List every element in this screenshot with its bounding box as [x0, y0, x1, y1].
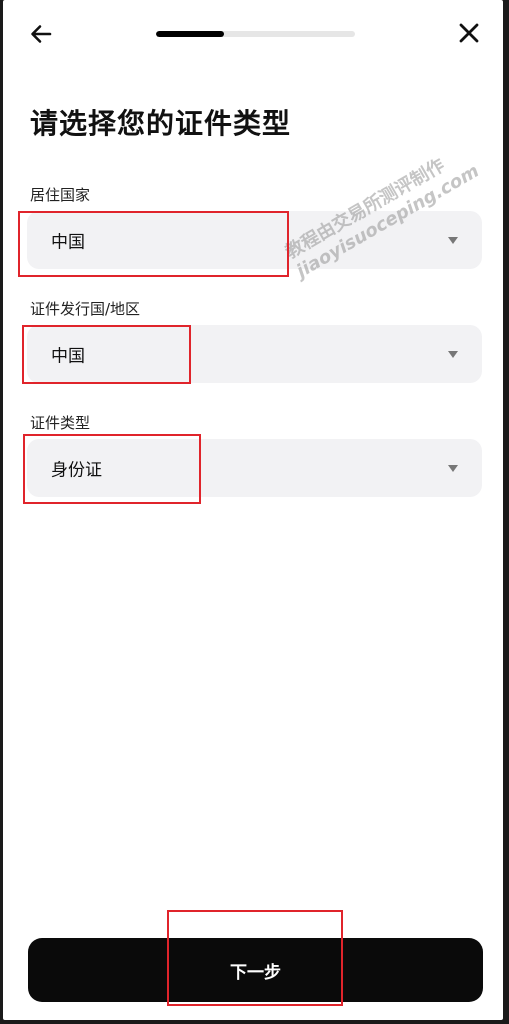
chevron-down-icon	[448, 465, 458, 472]
progress-fill	[156, 31, 224, 37]
document-type-value: 身份证	[51, 460, 102, 481]
next-step-button[interactable]: 下一步	[28, 938, 483, 1002]
document-type-label: 证件类型	[30, 414, 91, 432]
close-icon	[459, 23, 479, 43]
progress-bar	[156, 31, 355, 37]
issuing-country-value: 中国	[51, 346, 85, 367]
document-type-select[interactable]: 身份证	[27, 439, 482, 497]
back-button[interactable]	[27, 20, 55, 48]
arrow-left-icon	[31, 25, 52, 43]
residence-country-value: 中国	[51, 232, 85, 253]
residence-country-select[interactable]: 中国	[27, 211, 482, 269]
page-title: 请选择您的证件类型	[30, 107, 292, 140]
app-screen: 请选择您的证件类型 居住国家 中国 证件发行国/地区 中国 证件类型 身份证 教…	[3, 0, 503, 1020]
issuing-country-label: 证件发行国/地区	[30, 300, 141, 318]
chevron-down-icon	[448, 237, 458, 244]
issuing-country-select[interactable]: 中国	[27, 325, 482, 383]
residence-country-label: 居住国家	[30, 186, 91, 204]
chevron-down-icon	[448, 351, 458, 358]
close-button[interactable]	[455, 19, 483, 47]
